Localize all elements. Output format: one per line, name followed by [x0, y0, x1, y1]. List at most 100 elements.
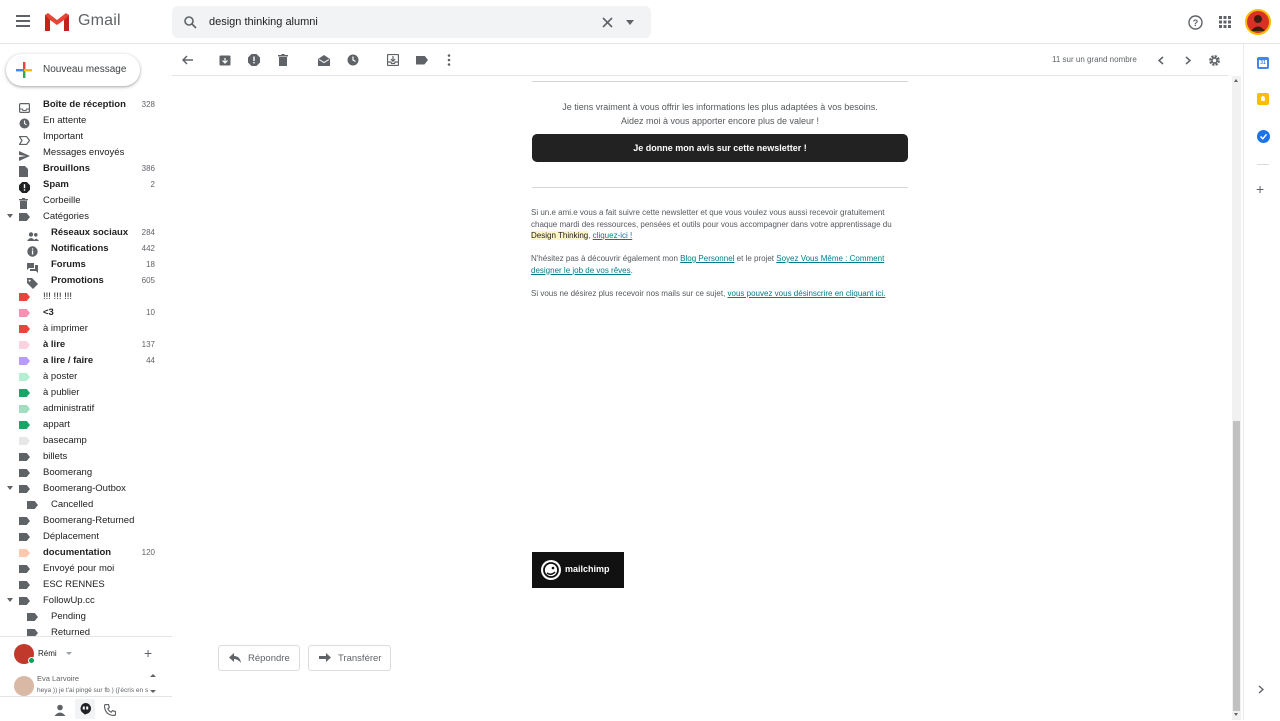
- sidebar-item-notifications[interactable]: Notifications 442: [0, 241, 172, 257]
- sidebar-item-boomerang[interactable]: Boomerang: [0, 465, 172, 481]
- sidebar-item-esc-rennes[interactable]: ESC RENNES: [0, 577, 172, 593]
- sidebar-item-appart[interactable]: appart: [0, 417, 172, 433]
- sidebar-item-reseaux-sociaux[interactable]: Réseaux sociaux 284: [0, 225, 172, 241]
- archive-icon[interactable]: [217, 52, 233, 68]
- new-chat-plus-icon[interactable]: +: [144, 646, 152, 660]
- more-vert-icon[interactable]: [441, 52, 457, 68]
- sidebar-item-returned[interactable]: Returned: [0, 625, 172, 641]
- next-chevron-icon[interactable]: [1180, 52, 1196, 68]
- sidebar-item-corbeille[interactable]: Corbeille: [0, 193, 172, 209]
- move-to-inbox-icon[interactable]: [385, 52, 401, 68]
- subscribe-link[interactable]: cliquez-ici !: [593, 231, 633, 240]
- sidebar-item-label: Brouillons: [43, 163, 90, 174]
- expand-caret-icon[interactable]: [7, 214, 13, 218]
- content-scrollbar[interactable]: [1232, 76, 1241, 720]
- label-icon: [19, 308, 30, 318]
- sidebar-item-a-lire-faire[interactable]: a lire / faire 44: [0, 353, 172, 369]
- scroll-up-icon[interactable]: [150, 674, 156, 677]
- status-dropdown-icon[interactable]: [66, 652, 72, 655]
- sidebar-item-cancelled[interactable]: Cancelled: [0, 497, 172, 513]
- compose-label: Nouveau message: [43, 64, 127, 75]
- sidebar-item-boomerang-outbox[interactable]: Boomerang-Outbox: [0, 481, 172, 497]
- add-addon-plus-icon[interactable]: +: [1256, 182, 1264, 196]
- sidebar-item-brouillons[interactable]: Brouillons 386: [0, 161, 172, 177]
- sidebar-item-a-imprimer[interactable]: à imprimer: [0, 321, 172, 337]
- sidebar-item-administratif[interactable]: administratif: [0, 401, 172, 417]
- search-icon[interactable]: [182, 14, 198, 30]
- sidebar-item-forums[interactable]: Forums 18: [0, 257, 172, 273]
- sidebar-item-categories[interactable]: Catégories: [0, 209, 172, 225]
- sidebar-item-boite-de-reception[interactable]: Boîte de réception 328: [0, 97, 172, 114]
- sidebar-item-promotions[interactable]: Promotions 605: [0, 273, 172, 289]
- mailchimp-label: mailchimp: [565, 564, 610, 574]
- scroll-up-arrow-icon[interactable]: [1234, 79, 1238, 82]
- scroll-down-arrow-icon[interactable]: [1234, 713, 1238, 716]
- mark-unread-icon[interactable]: [316, 52, 332, 68]
- sidebar-item-label: à poster: [43, 371, 78, 382]
- expand-caret-icon[interactable]: [7, 486, 13, 490]
- sidebar-item-label: Pending: [51, 611, 86, 622]
- calendar-icon[interactable]: 31: [1257, 57, 1269, 69]
- sidebar-item-item-12[interactable]: !!! !!! !!!: [0, 289, 172, 305]
- scrollbar-thumb[interactable]: [1233, 421, 1240, 711]
- chat-user-row[interactable]: Rémi +: [14, 644, 164, 664]
- sidebar-item-billets[interactable]: billets: [0, 449, 172, 465]
- search-input[interactable]: design thinking alumni: [209, 16, 318, 28]
- sidebar-item-a-publier[interactable]: à publier: [0, 385, 172, 401]
- settings-gear-icon[interactable]: [1206, 52, 1222, 68]
- help-icon[interactable]: ?: [1187, 14, 1203, 30]
- unread-count: 386: [141, 164, 155, 173]
- reply-button[interactable]: Répondre: [218, 645, 300, 671]
- sidebar-item-a-poster[interactable]: à poster: [0, 369, 172, 385]
- delete-icon[interactable]: [275, 52, 291, 68]
- sidebar-item-label: a lire / faire: [43, 355, 94, 366]
- snooze-clock-icon[interactable]: [345, 52, 361, 68]
- blog-link[interactable]: Blog Personnel: [680, 254, 734, 263]
- sidebar-item-a-lire[interactable]: à lire 137: [0, 337, 172, 353]
- apps-grid-icon[interactable]: [1217, 14, 1233, 30]
- sidebar-item-label: Boomerang-Outbox: [43, 483, 126, 494]
- sidebar-item-en-attente[interactable]: En attente: [0, 113, 172, 129]
- clock-icon: [19, 116, 30, 129]
- keep-icon[interactable]: [1257, 93, 1269, 105]
- forward-button[interactable]: Transférer: [308, 645, 391, 671]
- report-spam-icon[interactable]: [246, 52, 262, 68]
- unread-count: 137: [141, 340, 155, 349]
- search-bar[interactable]: design thinking alumni: [172, 6, 651, 38]
- expand-panel-chevron-icon[interactable]: [1258, 681, 1266, 694]
- search-options-icon[interactable]: [625, 18, 635, 26]
- sidebar-item-followup-cc[interactable]: FollowUp.cc: [0, 593, 172, 609]
- unsubscribe-link[interactable]: vous pouvez vous désinscrire en cliquant…: [728, 289, 886, 298]
- hangouts-chat-icon[interactable]: [75, 699, 95, 719]
- compose-button[interactable]: Nouveau message: [6, 54, 140, 86]
- sidebar-item-label: Corbeille: [43, 195, 81, 206]
- sidebar-item-important[interactable]: Important: [0, 129, 172, 146]
- back-arrow-icon[interactable]: [180, 52, 196, 68]
- sidebar-item-documentation[interactable]: documentation 120: [0, 545, 172, 561]
- sidebar-item-envoye-pour-moi[interactable]: Envoyé pour moi: [0, 561, 172, 577]
- clear-search-icon[interactable]: [600, 15, 614, 29]
- contacts-person-icon[interactable]: [54, 703, 66, 716]
- previous-chevron-icon[interactable]: [1153, 52, 1169, 68]
- gmail-logo-icon[interactable]: [44, 12, 70, 37]
- account-avatar[interactable]: [1245, 9, 1271, 35]
- sidebar-item-spam[interactable]: Spam 2: [0, 177, 172, 193]
- mailchimp-logo[interactable]: mailchimp: [532, 552, 624, 588]
- sidebar-item-boomerang-returned[interactable]: Boomerang-Returned: [0, 513, 172, 529]
- expand-caret-icon[interactable]: [7, 598, 13, 602]
- feedback-cta-button[interactable]: Je donne mon avis sur cette newsletter !: [532, 134, 908, 162]
- sidebar-item-label: Important: [43, 131, 84, 142]
- sidebar-item-pending[interactable]: Pending: [0, 609, 172, 625]
- sidebar-item-messages-envoyes[interactable]: Messages envoyés: [0, 145, 172, 161]
- phone-icon[interactable]: [103, 703, 117, 717]
- sidebar-item-3[interactable]: <3 10: [0, 305, 172, 321]
- tasks-icon[interactable]: [1257, 130, 1270, 143]
- scroll-down-icon[interactable]: [150, 690, 156, 693]
- label-icon[interactable]: [414, 52, 430, 68]
- main-menu-icon[interactable]: [16, 15, 30, 27]
- sidebar-item-label: Déplacement: [43, 531, 99, 542]
- label-icon: [19, 452, 30, 462]
- sidebar-item-label: <3: [43, 307, 54, 318]
- sidebar-item-basecamp[interactable]: basecamp: [0, 433, 172, 449]
- sidebar-item-deplacement[interactable]: Déplacement: [0, 529, 172, 545]
